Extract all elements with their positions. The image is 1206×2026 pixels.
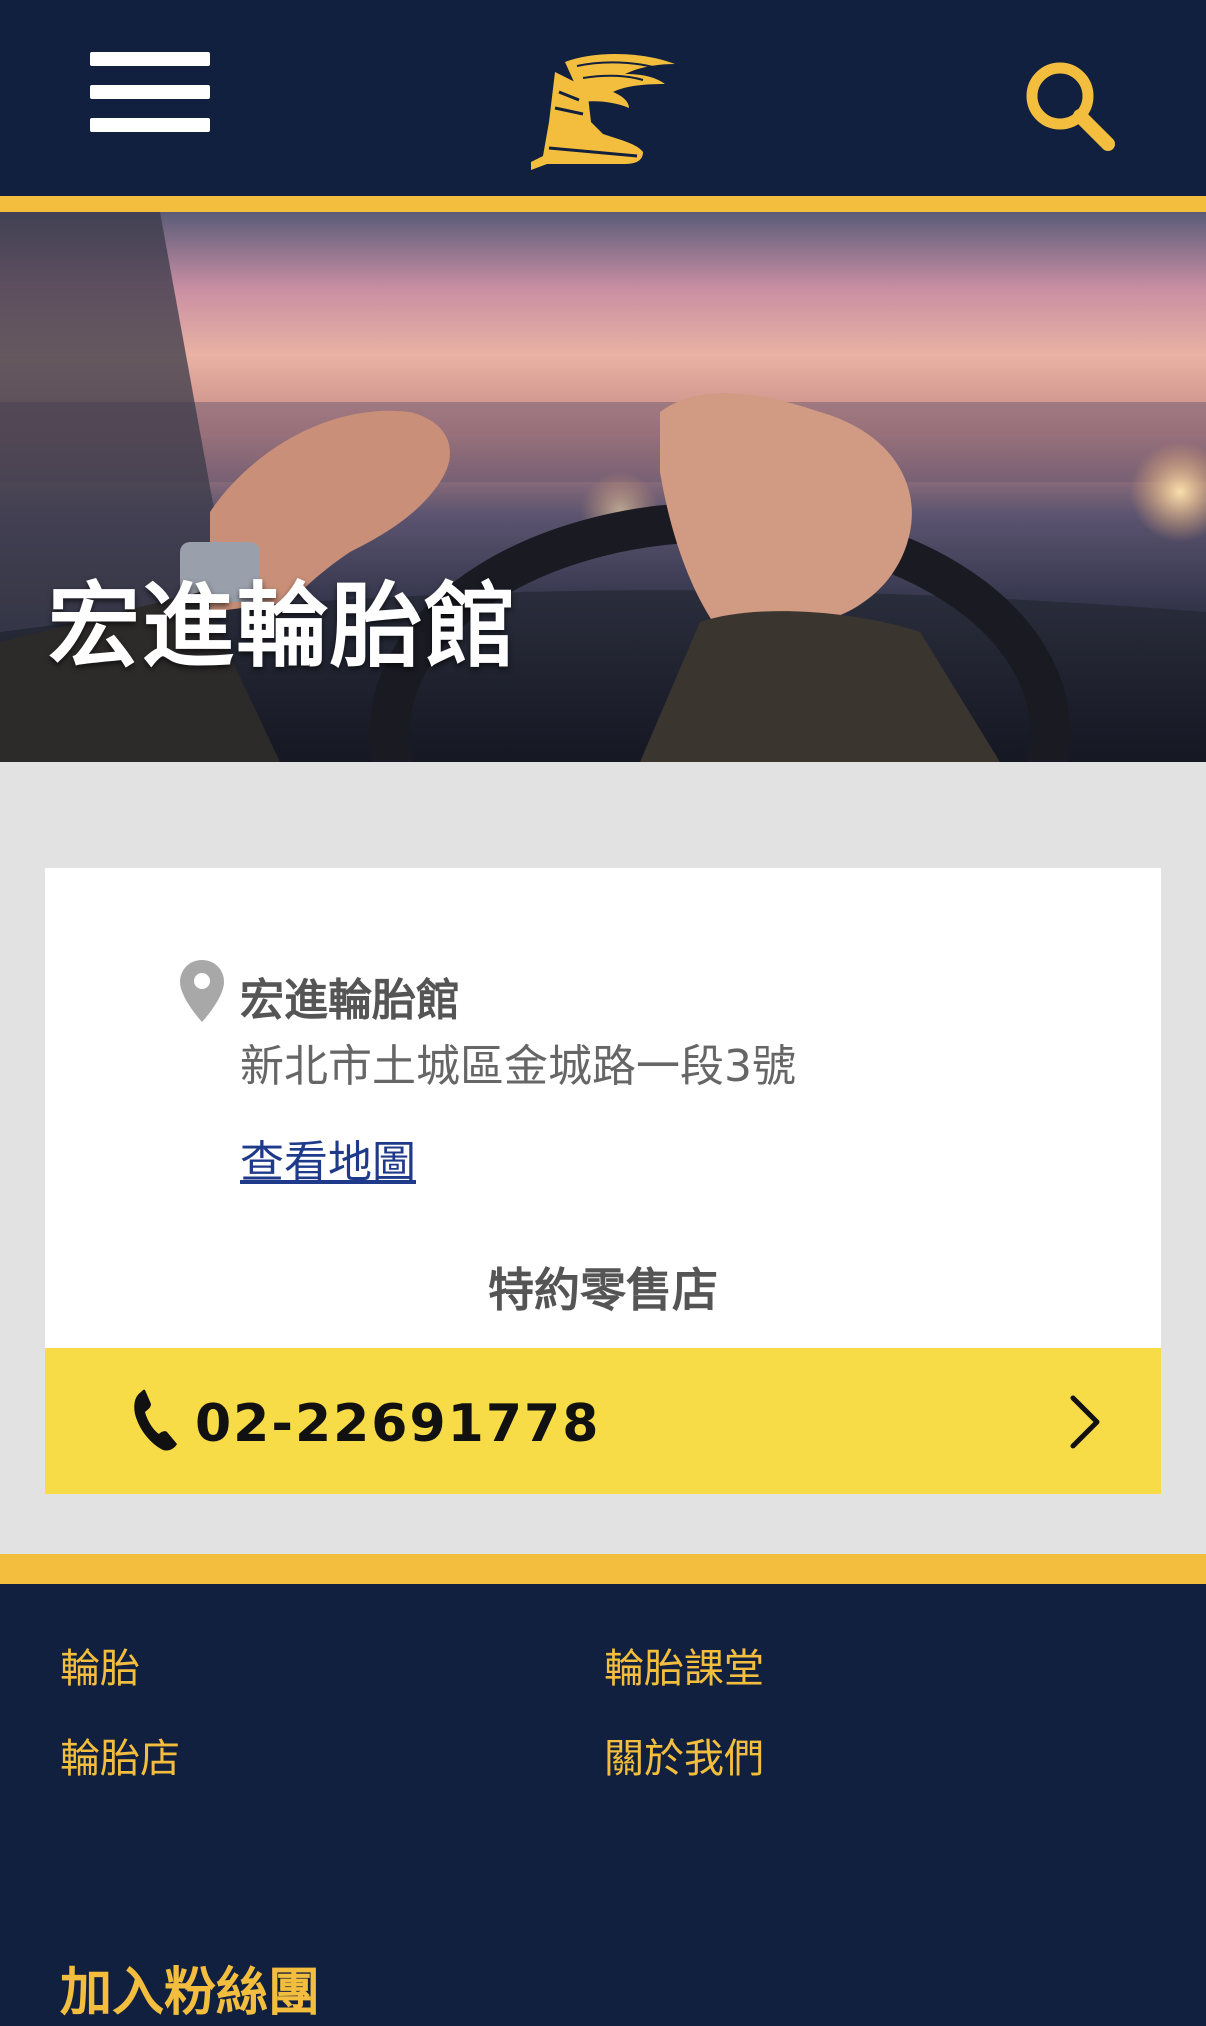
winged-foot-logo-icon[interactable]: [525, 52, 685, 174]
page: 宏進輪胎館 宏進輪胎館 新北市土城區金城路一段3號 查看地圖 特約零售店 02-…: [0, 0, 1206, 2026]
header-gold-stripe: [0, 196, 1206, 212]
hero-banner: 宏進輪胎館: [0, 212, 1206, 762]
phone-number: 02-22691778: [195, 1394, 601, 1454]
store-type-label: 特約零售店: [488, 1263, 718, 1317]
footer-link-tire-shops[interactable]: 輪胎店: [60, 1726, 180, 1784]
store-name: 宏進輪胎館: [240, 975, 460, 1026]
top-header: [0, 0, 1206, 196]
map-pin-icon: [180, 960, 224, 1022]
phone-icon: [134, 1389, 177, 1451]
footer-link-tire-classroom[interactable]: 輪胎課堂: [604, 1636, 764, 1694]
call-phone-button[interactable]: 02-22691778: [45, 1348, 1161, 1494]
hamburger-menu-icon[interactable]: [90, 50, 210, 138]
footer-link-tires[interactable]: 輪胎: [60, 1636, 140, 1694]
footer-gold-stripe: [0, 1554, 1206, 1584]
search-icon[interactable]: [1020, 56, 1120, 156]
store-address: 新北市土城區金城路一段3號: [240, 1041, 796, 1092]
view-map-link[interactable]: 查看地圖: [240, 1126, 416, 1190]
footer-link-about-us[interactable]: 關於我們: [604, 1726, 764, 1784]
hero-title: 宏進輪胎館: [48, 573, 519, 680]
join-fan-club-heading[interactable]: 加入粉絲團: [60, 1950, 320, 2025]
chevron-right-icon: [1070, 1395, 1100, 1449]
